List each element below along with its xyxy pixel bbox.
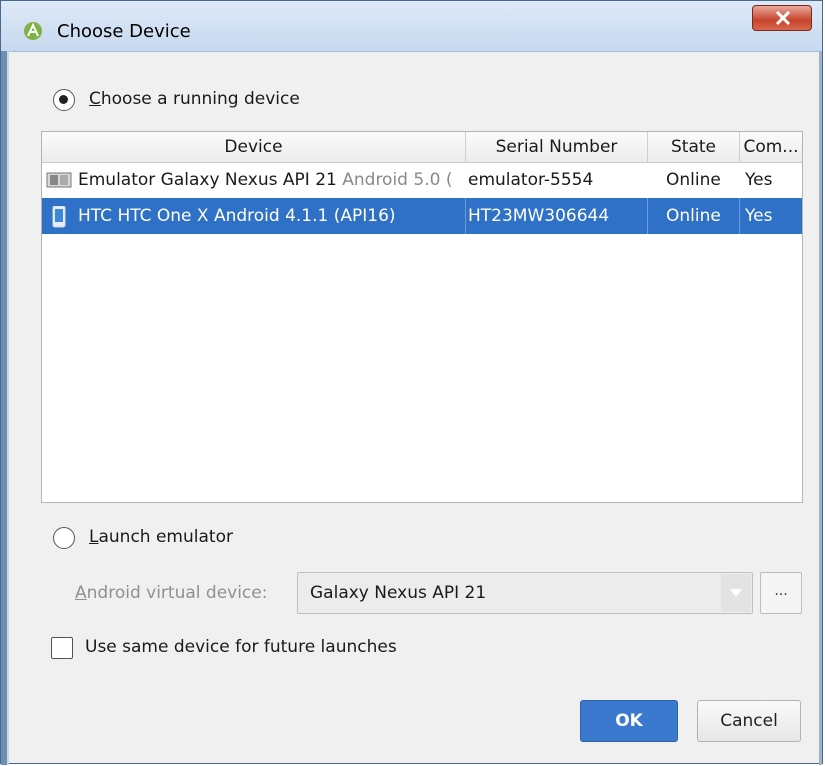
radio-selected-dot xyxy=(59,95,68,104)
table-row[interactable]: Emulator Galaxy Nexus API 21 Android 5.0… xyxy=(42,162,802,198)
table-row-selected[interactable]: HTC HTC One X Android 4.1.1 (API16) HT23… xyxy=(42,198,802,234)
launch-emulator-label[interactable]: Launch emulator xyxy=(89,527,233,547)
column-header-state[interactable]: State xyxy=(648,132,740,162)
choose-device-dialog: Choose Device Choose a running device De… xyxy=(0,0,823,765)
phone-icon xyxy=(52,206,66,228)
avd-dropdown[interactable]: Galaxy Nexus API 21 xyxy=(297,572,753,614)
title-bar[interactable]: Choose Device xyxy=(1,1,822,52)
compatible-cell: Yes xyxy=(745,206,773,226)
avd-selected-value: Galaxy Nexus API 21 xyxy=(310,583,487,603)
state-cell: Online xyxy=(648,198,740,234)
device-name-cell: Emulator Galaxy Nexus API 21 Android 5.0… xyxy=(78,162,466,198)
window-frame-left-inner xyxy=(7,51,9,765)
chevron-down-icon xyxy=(730,589,742,597)
dropdown-arrow[interactable] xyxy=(721,574,751,612)
emulator-icon xyxy=(46,172,72,188)
serial-cell: emulator-5554 xyxy=(468,170,594,190)
running-device-radio[interactable] xyxy=(53,89,75,111)
same-device-label[interactable]: Use same device for future launches xyxy=(85,637,397,657)
column-header-compatible[interactable]: Com... xyxy=(740,132,802,162)
launch-emulator-radio[interactable] xyxy=(53,527,75,549)
avd-label: Android virtual device: xyxy=(75,583,267,603)
browse-avd-button[interactable]: ... xyxy=(760,572,802,614)
avd-mnemonic: A xyxy=(75,583,87,603)
device-android-version: Android 5.0 ( xyxy=(342,170,453,190)
table-header: Device Serial Number State Com... xyxy=(42,132,802,163)
same-device-checkbox[interactable] xyxy=(51,637,73,659)
ok-button[interactable]: OK xyxy=(580,700,678,742)
running-device-mnemonic: C xyxy=(89,89,101,109)
window-title: Choose Device xyxy=(57,21,191,42)
running-device-label[interactable]: Choose a running device xyxy=(89,89,300,109)
device-name: Emulator Galaxy Nexus API 21 xyxy=(78,170,337,190)
launch-emulator-label-text: aunch emulator xyxy=(98,527,233,547)
close-button[interactable] xyxy=(752,5,812,31)
android-studio-icon xyxy=(24,22,42,40)
device-table: Device Serial Number State Com... Emulat… xyxy=(41,131,803,503)
cancel-button[interactable]: Cancel xyxy=(697,700,801,742)
close-icon xyxy=(775,11,791,25)
state-cell: Online xyxy=(666,170,721,190)
compatible-cell: Yes xyxy=(745,170,773,190)
column-header-serial[interactable]: Serial Number xyxy=(466,132,648,162)
device-name-cell: HTC HTC One X Android 4.1.1 (API16) xyxy=(78,198,466,234)
column-header-device[interactable]: Device xyxy=(42,132,466,162)
window-frame-right xyxy=(819,51,822,765)
avd-label-text: ndroid virtual device: xyxy=(86,583,268,603)
serial-cell: HT23MW306644 xyxy=(466,198,648,234)
running-device-label-text: hoose a running device xyxy=(100,89,300,109)
